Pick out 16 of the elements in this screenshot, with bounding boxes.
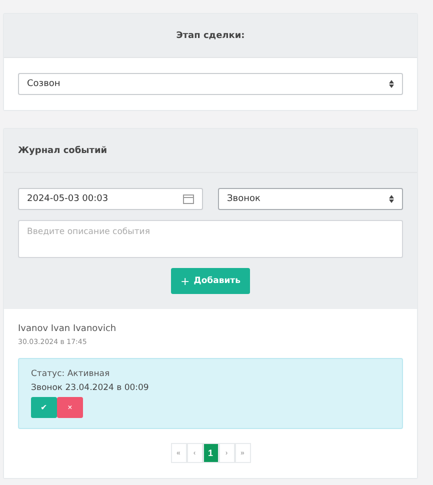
type-select[interactable]: Звонок <box>218 188 403 210</box>
card-title: Журнал событий <box>18 146 108 156</box>
page-link[interactable]: 1 <box>202 443 218 463</box>
stage-select[interactable]: Созвон <box>18 73 403 95</box>
author-name: Ivanov Ivan Ivanovich <box>18 324 118 334</box>
cancel-button[interactable]: × <box>57 397 83 418</box>
event-text: Звонок 23.04.2024 в 00:09 <box>31 383 150 393</box>
add-button[interactable]: + Добавить <box>170 268 250 294</box>
card-title: Этап сделки: <box>176 30 245 40</box>
sort-icon <box>389 195 394 203</box>
calendar-icon <box>183 194 194 204</box>
description-field[interactable]: Введите описание события <box>18 220 403 258</box>
sort-icon <box>389 80 394 88</box>
date-field[interactable]: 2024-05-03 00:03 <box>18 188 203 210</box>
event-status: Статус: Активная <box>31 369 111 379</box>
confirm-button[interactable]: ✔ <box>31 397 57 418</box>
